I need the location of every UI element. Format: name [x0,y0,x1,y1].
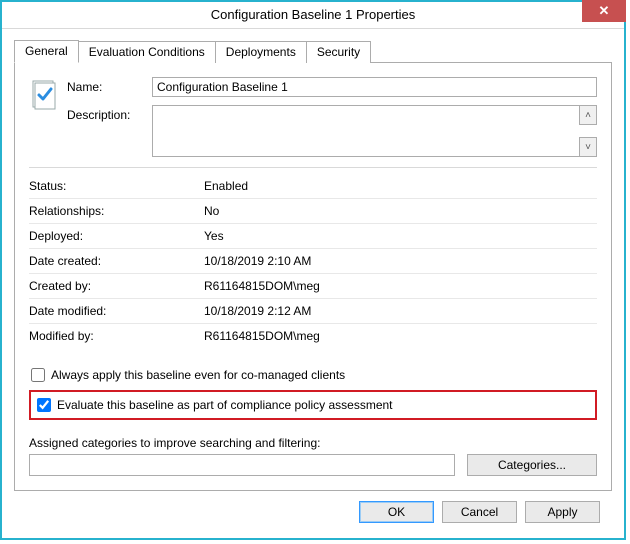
divider [29,167,597,168]
date-created-value: 10/18/2019 2:10 AM [204,249,597,274]
evaluate-row: Evaluate this baseline as part of compli… [35,398,591,412]
dialog-window: Configuration Baseline 1 Properties ✕ Ge… [0,0,626,540]
categories-button[interactable]: Categories... [467,454,597,476]
ok-label: OK [388,505,405,519]
apply-button[interactable]: Apply [525,501,600,523]
baseline-icon [29,77,67,165]
deployed-label: Deployed: [29,224,204,249]
tab-label: Security [317,45,360,59]
dialog-footer: OK Cancel Apply [14,491,612,527]
info-table: Status: Enabled Relationships: No Deploy… [29,174,597,348]
created-by-value: R61164815DOM\meg [204,274,597,299]
tab-label: Deployments [226,45,296,59]
dialog-body: General Evaluation Conditions Deployment… [2,29,624,539]
chevron-down-icon: ˅ [585,142,591,153]
description-textarea[interactable] [152,105,579,157]
created-by-label: Created by: [29,274,204,299]
always-apply-label: Always apply this baseline even for co-m… [51,368,345,382]
relationships-label: Relationships: [29,199,204,224]
deployed-value: Yes [204,224,597,249]
assigned-categories-input[interactable] [29,454,455,476]
always-apply-checkbox[interactable] [31,368,45,382]
tabpanel-general: Name: Description: ˄ ˅ [14,62,612,491]
tabstrip: General Evaluation Conditions Deployment… [14,39,612,62]
name-input[interactable] [152,77,597,97]
tab-general[interactable]: General [14,40,79,63]
date-created-label: Date created: [29,249,204,274]
evaluate-label: Evaluate this baseline as part of compli… [57,398,393,412]
apply-label: Apply [547,505,577,519]
tab-evaluation-conditions[interactable]: Evaluation Conditions [78,41,216,63]
tab-label: Evaluation Conditions [89,45,205,59]
tab-security[interactable]: Security [306,41,371,63]
name-label: Name: [67,77,152,94]
description-label: Description: [67,105,152,122]
cancel-button[interactable]: Cancel [442,501,517,523]
tab-label: General [25,44,68,58]
tab-deployments[interactable]: Deployments [215,41,307,63]
always-apply-row: Always apply this baseline even for co-m… [29,368,597,382]
relationships-value: No [204,199,597,224]
date-modified-label: Date modified: [29,299,204,324]
scroll-down-button[interactable]: ˅ [579,137,597,157]
window-title: Configuration Baseline 1 Properties [2,2,624,28]
scroll-up-button[interactable]: ˄ [579,105,597,125]
chevron-up-icon: ˄ [585,110,591,121]
evaluate-checkbox[interactable] [37,398,51,412]
close-button[interactable]: ✕ [582,0,626,22]
description-scrollbar: ˄ ˅ [579,105,597,157]
status-value: Enabled [204,174,597,199]
modified-by-label: Modified by: [29,324,204,349]
cancel-label: Cancel [461,505,498,519]
titlebar: Configuration Baseline 1 Properties ✕ [2,2,624,29]
modified-by-value: R61164815DOM\meg [204,324,597,349]
categories-button-label: Categories... [498,458,566,472]
date-modified-value: 10/18/2019 2:12 AM [204,299,597,324]
status-label: Status: [29,174,204,199]
close-icon: ✕ [599,3,610,19]
assigned-categories-section: Assigned categories to improve searching… [29,436,597,476]
evaluate-highlight: Evaluate this baseline as part of compli… [29,390,597,420]
assigned-categories-label: Assigned categories to improve searching… [29,436,597,450]
ok-button[interactable]: OK [359,501,434,523]
